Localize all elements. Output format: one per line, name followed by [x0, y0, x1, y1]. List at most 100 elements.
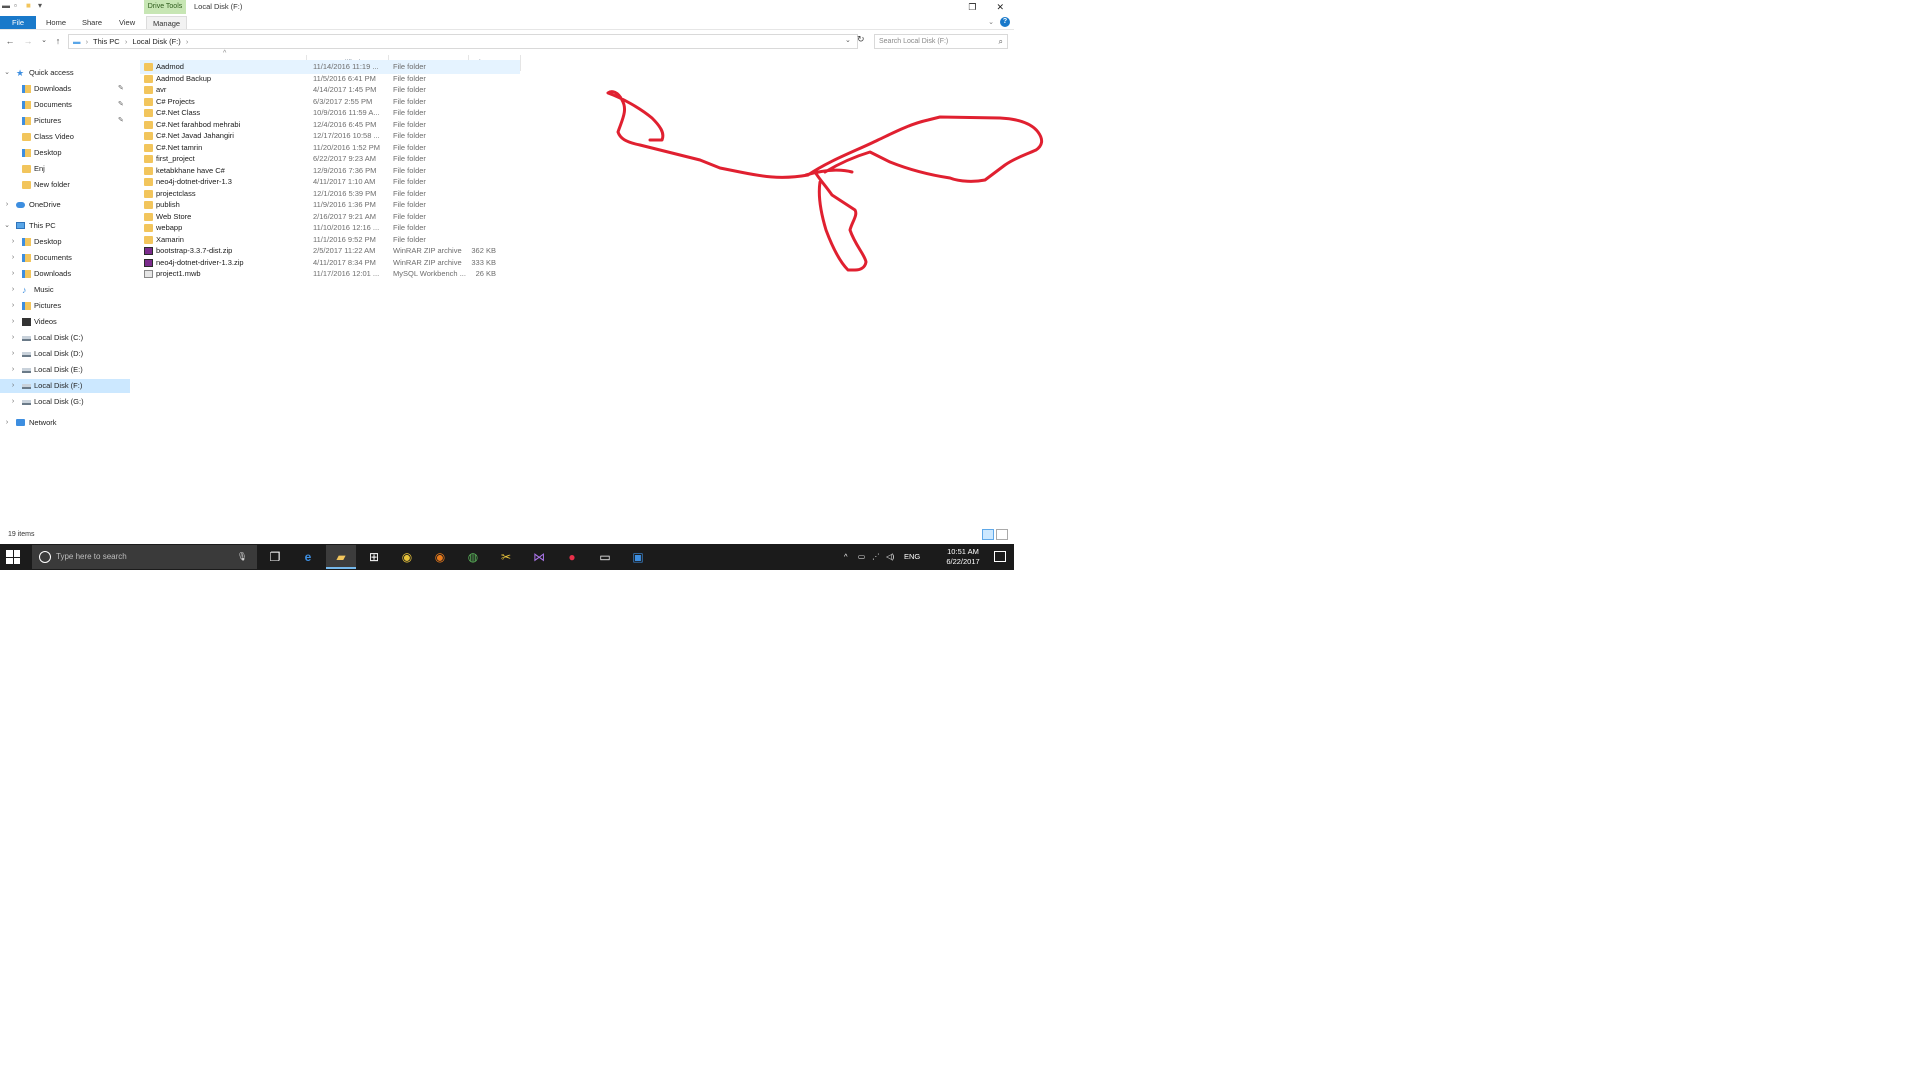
navigation-pane: ⌄ ★ Quick access Downloads ✎ Documents ✎…: [0, 64, 130, 427]
nav-label: Desktop: [34, 237, 62, 246]
folder-icon: [144, 120, 153, 129]
details-view-button[interactable]: [982, 529, 994, 540]
microphone-icon[interactable]: 🎙: [237, 545, 247, 569]
nav-label: Downloads: [34, 269, 72, 278]
properties-icon[interactable]: ▫: [14, 2, 22, 10]
file-size: 26 KB: [475, 269, 496, 278]
pin-icon[interactable]: ✎: [118, 82, 124, 96]
nav-quick-access[interactable]: ⌄ ★ Quick access: [0, 66, 130, 80]
nav-onedrive[interactable]: › OneDrive: [0, 198, 130, 212]
cortana-icon: [39, 551, 51, 563]
nav-item-local-disk-e[interactable]: › Local Disk (E:): [0, 363, 130, 377]
task-view-icon[interactable]: ❐: [260, 545, 290, 569]
nav-label: Music: [34, 285, 54, 294]
refresh-icon[interactable]: ↻: [857, 34, 865, 45]
expand-ribbon-icon[interactable]: ⌄: [988, 18, 994, 26]
nav-item-local-disk-c[interactable]: › Local Disk (C:): [0, 331, 130, 345]
battery-icon[interactable]: ▭: [858, 544, 865, 570]
large-icons-view-button[interactable]: [996, 529, 1008, 540]
table-row[interactable]: project1.mwb 11/17/2016 12:01 ... MySQL Wo…: [140, 267, 520, 281]
music-icon: ♪: [22, 285, 27, 295]
nav-item-documents[interactable]: Documents ✎: [0, 98, 130, 112]
nav-item-desktop-quick[interactable]: Desktop: [0, 146, 130, 160]
folder-icon: [22, 181, 31, 189]
nav-item-pictures-pc[interactable]: › Pictures: [0, 299, 130, 313]
customize-qat-icon[interactable]: ▾: [38, 2, 46, 10]
documents-folder-icon: [22, 101, 31, 109]
terminal-icon[interactable]: ▭: [590, 545, 620, 569]
nav-item-new-folder[interactable]: New folder: [0, 178, 130, 192]
nav-item-local-disk-d[interactable]: › Local Disk (D:): [0, 347, 130, 361]
breadcrumb-this-pc[interactable]: This PC: [93, 37, 120, 46]
nav-label: Desktop: [34, 148, 62, 157]
column-divider[interactable]: [520, 55, 521, 71]
language-indicator[interactable]: ENG: [904, 544, 920, 570]
chrome-icon[interactable]: ◉: [392, 545, 422, 569]
computer-icon: [16, 222, 25, 229]
pictures-folder-icon: [22, 117, 31, 125]
nav-item-local-disk-f[interactable]: › Local Disk (F:): [0, 379, 130, 393]
visual-studio-icon[interactable]: ⋈: [524, 545, 554, 569]
nav-item-music[interactable]: › ♪ Music: [0, 283, 130, 297]
nav-label: Documents: [34, 100, 72, 109]
nav-item-videos[interactable]: › Videos: [0, 315, 130, 329]
tab-home[interactable]: Home: [40, 16, 72, 29]
tab-view[interactable]: View: [113, 16, 141, 29]
nav-network[interactable]: › Network: [0, 416, 130, 430]
app-red-icon[interactable]: ●: [557, 545, 587, 569]
star-icon: ★: [16, 68, 25, 78]
forward-icon[interactable]: →: [22, 35, 34, 47]
folder-icon: [144, 166, 153, 175]
nav-item-downloads[interactable]: Downloads ✎: [0, 82, 130, 96]
wifi-icon[interactable]: ⋰: [872, 544, 880, 570]
firefox-icon[interactable]: ◉: [425, 545, 455, 569]
tools-icon[interactable]: ✂: [491, 545, 521, 569]
tab-file[interactable]: File: [0, 16, 36, 29]
up-icon[interactable]: ↑: [52, 35, 64, 47]
taskbar-search-placeholder: Type here to search: [56, 552, 127, 561]
tab-share[interactable]: Share: [76, 16, 108, 29]
nav-item-enj[interactable]: Enj: [0, 162, 130, 176]
close-button[interactable]: ✕: [996, 0, 1004, 14]
back-icon[interactable]: ←: [4, 35, 16, 47]
volume-icon[interactable]: ◁): [886, 544, 894, 570]
help-icon[interactable]: ?: [1000, 17, 1010, 27]
breadcrumb-local-disk-f[interactable]: Local Disk (F:): [132, 37, 180, 46]
nav-this-pc[interactable]: ⌄ This PC: [0, 219, 130, 233]
address-dropdown-icon[interactable]: ⌄: [845, 36, 851, 44]
file-explorer-taskbar-icon[interactable]: ▰: [326, 545, 356, 569]
nav-label: Network: [29, 418, 57, 427]
restore-button[interactable]: ❐: [968, 0, 976, 14]
android-studio-icon[interactable]: ◍: [458, 545, 488, 569]
recent-locations-icon[interactable]: ⌄: [38, 35, 50, 47]
store-icon[interactable]: ⊞: [359, 545, 389, 569]
show-hidden-icons[interactable]: ^: [844, 544, 848, 570]
action-center-icon[interactable]: [994, 551, 1006, 562]
folder-icon: [144, 201, 153, 209]
nav-item-documents-pc[interactable]: › Documents: [0, 251, 130, 265]
folder-icon: [144, 132, 153, 140]
clock[interactable]: 10:51 AM 6/22/2017: [940, 547, 986, 567]
start-button[interactable]: [6, 550, 20, 564]
pin-icon[interactable]: ✎: [118, 114, 124, 128]
edge-icon[interactable]: e: [293, 545, 323, 569]
drive-tools-context-header: Drive Tools: [144, 0, 186, 14]
nav-label: Pictures: [34, 301, 62, 310]
pin-icon[interactable]: ✎: [118, 98, 124, 112]
taskbar-search-box[interactable]: Type here to search 🎙: [32, 545, 257, 569]
downloads-folder-icon: [22, 270, 31, 278]
folder-icon: [144, 86, 153, 94]
nav-item-class-video[interactable]: Class Video: [0, 130, 130, 144]
nav-item-desktop[interactable]: › Desktop: [0, 235, 130, 249]
nav-label: Downloads: [34, 84, 72, 93]
new-folder-icon[interactable]: ■: [26, 2, 34, 10]
nav-item-local-disk-g[interactable]: › Local Disk (G:): [0, 395, 130, 409]
tab-manage[interactable]: Manage: [146, 16, 188, 29]
nav-item-pictures[interactable]: Pictures ✎: [0, 114, 130, 128]
nav-item-downloads-pc[interactable]: › Downloads: [0, 267, 130, 281]
window-app-icon[interactable]: ▣: [623, 545, 653, 569]
file-date-modified: 11/17/2016 12:01 ...: [313, 269, 380, 278]
nav-label: Local Disk (C:): [34, 333, 84, 342]
search-input[interactable]: Search Local Disk (F:) ⌕: [874, 34, 1008, 49]
address-bar[interactable]: ▬ › This PC › Local Disk (F:) ›: [68, 34, 858, 49]
